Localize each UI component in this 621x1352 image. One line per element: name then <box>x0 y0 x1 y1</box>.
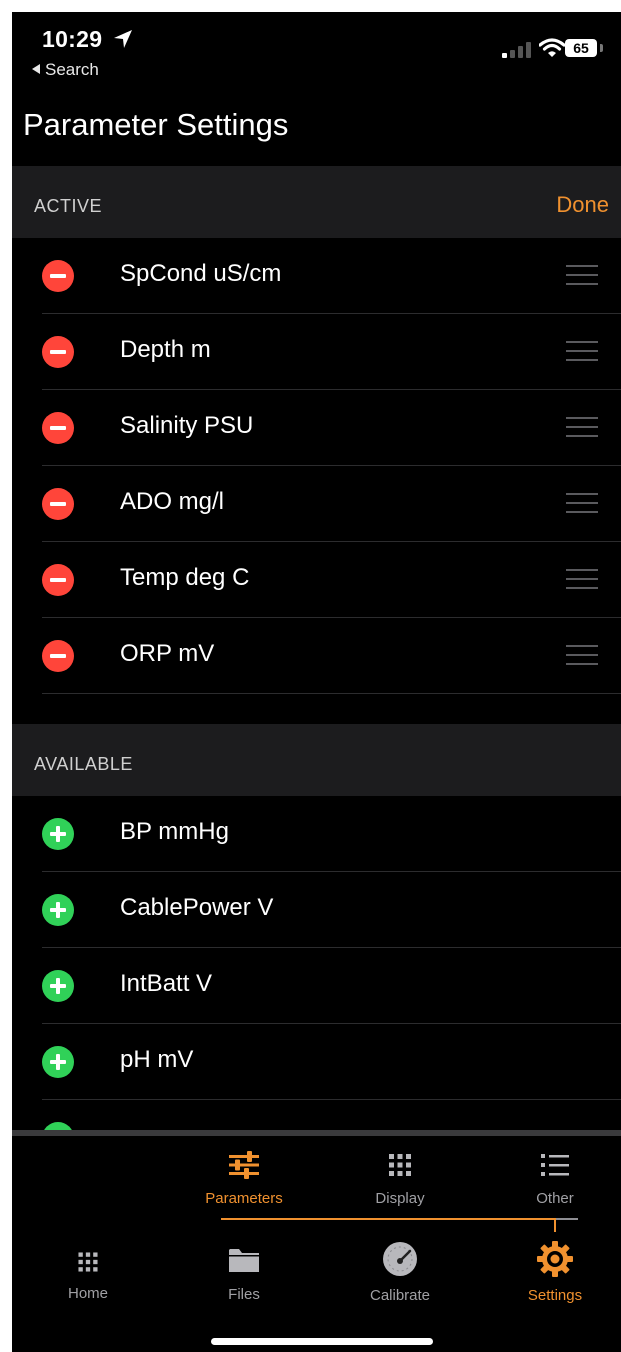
add-icon[interactable] <box>42 818 74 850</box>
parameter-name: pH mV <box>120 1046 194 1073</box>
status-time: 10:29 <box>42 26 103 52</box>
tab-calibrate-label: Calibrate <box>369 1287 431 1304</box>
tab-display[interactable]: Display <box>350 1150 450 1207</box>
available-row-bp: BP mmHg <box>12 796 621 872</box>
gear-icon <box>537 1241 573 1277</box>
parameter-name: SpCond uS/cm <box>120 260 282 287</box>
parameter-name: Salinity PSU <box>120 412 254 439</box>
reorder-handle-icon[interactable] <box>566 569 598 589</box>
parameter-name: BP mmHg <box>120 818 229 845</box>
reorder-handle-icon[interactable] <box>566 265 598 285</box>
list-icon <box>541 1154 569 1176</box>
active-row-orp: ORP mV <box>12 618 621 694</box>
selected-tab-indicator <box>221 1218 557 1220</box>
folder-icon <box>229 1249 259 1272</box>
remove-icon[interactable] <box>42 260 74 292</box>
active-section-label: ACTIVE <box>34 196 103 216</box>
grid-icon <box>78 1252 98 1272</box>
available-row-ph: pH mV <box>12 1024 621 1100</box>
tab-other[interactable]: Other <box>505 1150 605 1207</box>
gauge-icon <box>383 1242 417 1276</box>
tab-bar-top-border <box>12 1130 621 1136</box>
back-search-label: Search <box>45 60 99 79</box>
battery-cap <box>600 44 603 52</box>
available-row-cablepower: CablePower V <box>12 872 621 948</box>
tab-home[interactable]: Home <box>38 1249 138 1302</box>
active-row-spcond: SpCond uS/cm <box>12 238 621 314</box>
tab-home-label: Home <box>67 1285 108 1302</box>
tab-display-label: Display <box>375 1190 425 1207</box>
remove-icon[interactable] <box>42 640 74 672</box>
phone-screen: 10:29 Search 65 Parameter Settings ACTIV… <box>12 12 621 1352</box>
parameter-name: Depth m <box>120 336 211 363</box>
parameter-name: IntBatt V <box>120 970 213 997</box>
remove-icon[interactable] <box>42 336 74 368</box>
tab-parameters-label: Parameters <box>205 1190 283 1207</box>
parameter-name: CablePower V <box>120 894 274 921</box>
parameter-name: ADO mg/l <box>120 488 225 515</box>
active-section-header: ACTIVE Done <box>12 166 621 238</box>
sliders-icon <box>229 1151 259 1179</box>
parameter-name: Temp deg C <box>120 564 250 591</box>
tab-other-label: Other <box>536 1190 574 1207</box>
remove-icon[interactable] <box>42 412 74 444</box>
row-separator <box>42 693 621 694</box>
tab-indicator-track <box>556 1218 578 1220</box>
remove-icon[interactable] <box>42 564 74 596</box>
reorder-handle-icon[interactable] <box>566 417 598 437</box>
reorder-handle-icon[interactable] <box>566 645 598 665</box>
page-title: Parameter Settings <box>23 107 289 142</box>
active-row-depth: Depth m <box>12 314 621 390</box>
back-to-search-link[interactable]: Search <box>32 60 99 80</box>
reorder-handle-icon[interactable] <box>566 341 598 361</box>
selected-tab-connector <box>554 1218 556 1232</box>
cellular-signal-icon <box>502 42 531 58</box>
done-button[interactable]: Done <box>556 192 609 218</box>
home-indicator[interactable] <box>211 1338 433 1345</box>
available-row-intbatt: IntBatt V <box>12 948 621 1024</box>
tab-files-label: Files <box>228 1286 260 1303</box>
active-row-ado: ADO mg/l <box>12 466 621 542</box>
add-icon[interactable] <box>42 970 74 1002</box>
battery-indicator: 65 <box>565 39 597 57</box>
parameter-name: ORP mV <box>120 640 215 667</box>
add-icon[interactable] <box>42 894 74 926</box>
available-section-header: AVAILABLE <box>12 724 621 796</box>
remove-icon[interactable] <box>42 488 74 520</box>
active-row-salinity: Salinity PSU <box>12 390 621 466</box>
tab-files[interactable]: Files <box>194 1244 294 1303</box>
tab-parameters[interactable]: Parameters <box>194 1150 294 1207</box>
tab-calibrate[interactable]: Calibrate <box>350 1241 450 1304</box>
active-row-temp: Temp deg C <box>12 542 621 618</box>
tab-settings[interactable]: Settings <box>505 1241 605 1304</box>
tab-settings-label: Settings <box>527 1287 583 1304</box>
location-arrow-icon <box>114 30 132 48</box>
wifi-icon <box>539 38 565 57</box>
grid-icon <box>389 1154 411 1176</box>
add-icon[interactable] <box>42 1046 74 1078</box>
available-section-label: AVAILABLE <box>34 754 133 774</box>
reorder-handle-icon[interactable] <box>566 493 598 513</box>
back-triangle-icon <box>32 64 40 74</box>
